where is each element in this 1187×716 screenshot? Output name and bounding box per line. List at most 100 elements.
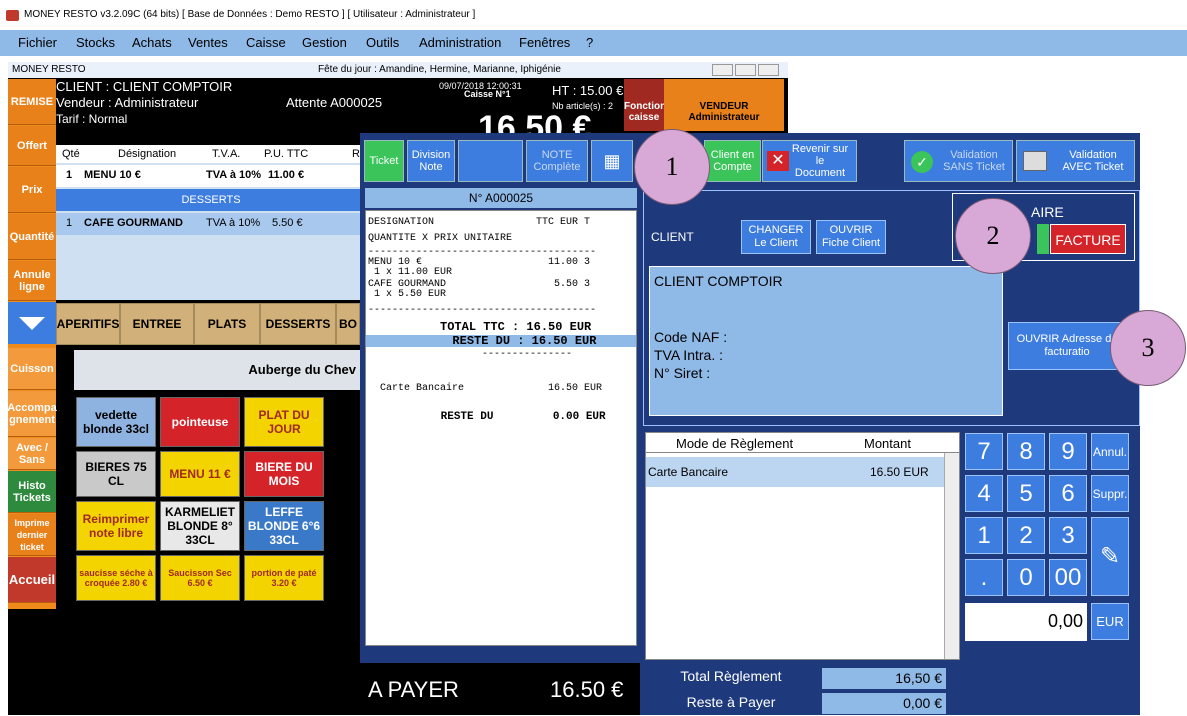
ouvrir-fiche-client-button[interactable]: OUVRIR Fiche Client <box>816 220 886 254</box>
inner-title-bar: MONEY RESTO Fête du jour : Amandine, Her… <box>8 62 788 78</box>
key-1[interactable]: 1 <box>965 517 1003 554</box>
table-row[interactable]: 1 CAFE GOURMAND TVA à 10% 5.50 € <box>56 213 366 235</box>
facture-toggle[interactable]: FACTURE <box>1050 224 1126 254</box>
product-tile[interactable]: PLAT DU JOUR <box>244 397 324 447</box>
row-tva: TVA à 10% <box>206 217 261 229</box>
printer-icon <box>1023 151 1047 171</box>
revenir-document-button[interactable]: ✕ Revenir sur le Document <box>762 140 857 182</box>
product-tile[interactable]: BIERE DU MOIS <box>244 451 324 497</box>
note-complete-button[interactable]: NOTE Complète <box>526 140 588 182</box>
imprime-dernier-ticket-button[interactable]: Imprime dernier ticket <box>8 514 56 556</box>
product-tile[interactable]: Saucisson Sec 6.50 € <box>160 555 240 601</box>
category-aperitifs[interactable]: APERITIFS <box>56 303 120 345</box>
calculator-icon[interactable]: ▦ <box>591 140 633 182</box>
histo-tickets-button[interactable]: Histo Tickets <box>8 471 56 513</box>
key-0[interactable]: 0 <box>1007 559 1045 596</box>
restore-icon[interactable] <box>735 64 756 76</box>
row-pu: 11.00 € <box>268 169 305 181</box>
key-2[interactable]: 2 <box>1007 517 1045 554</box>
menu-help[interactable]: ? <box>586 35 593 50</box>
table-row[interactable]: Carte Bancaire 16.50 EUR <box>646 457 944 487</box>
annul-button[interactable]: Annul. <box>1091 433 1129 470</box>
revenir-label: Revenir sur le Document <box>791 143 849 179</box>
menu-achats[interactable]: Achats <box>132 35 172 50</box>
suppr-button[interactable]: Suppr. <box>1091 475 1129 512</box>
menu-caisse[interactable]: Caisse <box>246 35 286 50</box>
key-9[interactable]: 9 <box>1049 433 1087 470</box>
product-tile[interactable]: KARMELIET BLONDE 8° 33CL <box>160 501 240 551</box>
validation-avec-ticket-button[interactable]: Validation AVEC Ticket <box>1016 140 1135 182</box>
receipt-line: RESTE DU 0.00 EUR <box>368 411 606 423</box>
fonctions-caisse-button[interactable]: Fonctions caisse <box>624 79 672 131</box>
key-3[interactable]: 3 <box>1049 517 1087 554</box>
product-tile[interactable]: saucisse séche à croquée 2.80 € <box>76 555 156 601</box>
menu-outils[interactable]: Outils <box>366 35 399 50</box>
close-icon[interactable] <box>758 64 779 76</box>
client-info-box: CLIENT COMPTOIR Code NAF : TVA Intra. : … <box>649 266 1003 416</box>
category-boissons[interactable]: BO <box>336 303 360 345</box>
category-desserts[interactable]: DESSERTS <box>260 303 336 345</box>
annotation-marker-2: 2 <box>955 198 1031 274</box>
changer-client-button[interactable]: CHANGER Le Client <box>741 220 811 254</box>
product-tile[interactable]: vedette blonde 33cl <box>76 397 156 447</box>
cuisson-button[interactable]: Cuisson <box>8 348 56 390</box>
annule-ligne-button[interactable]: Annule ligne <box>8 261 56 301</box>
menu-gestion[interactable]: Gestion <box>302 35 347 50</box>
menu-administration[interactable]: Administration <box>419 35 501 50</box>
division-note-button[interactable]: Division Note <box>407 140 455 182</box>
key-00[interactable]: 00 <box>1049 559 1087 596</box>
menu-fichier[interactable]: Fichier <box>18 35 57 50</box>
client-name: CLIENT COMPTOIR <box>654 273 783 289</box>
receipt: DESIGNATION TTC EUR T QUANTITE X PRIX UN… <box>365 210 637 646</box>
avec-sans-button[interactable]: Avec / Sans <box>8 438 56 470</box>
key-7[interactable]: 7 <box>965 433 1003 470</box>
table-row[interactable]: 1 MENU 10 € TVA à 10% 11.00 € <box>56 165 366 187</box>
validation-sans-ticket-button[interactable]: ✓ Validation SANS Ticket <box>904 140 1013 182</box>
amount-input[interactable]: 0,00 <box>965 603 1087 641</box>
reste-a-payer-label: Reste à Payer <box>686 694 776 710</box>
accompagnement-button[interactable]: Accompa gnement <box>7 391 57 437</box>
col-mode: Mode de Règlement <box>676 436 794 451</box>
vendeur-button[interactable]: VENDEUR Administrateur <box>664 79 784 131</box>
key-dot[interactable]: . <box>965 559 1003 596</box>
row-designation: CAFE GOURMAND <box>84 217 183 229</box>
scroll-down-button[interactable] <box>8 302 56 344</box>
ouvrir-adresse-facturation-button[interactable]: OUVRIR Adresse de facturatio <box>1008 322 1126 370</box>
menu-ventes[interactable]: Ventes <box>188 35 228 50</box>
offert-button[interactable]: Offert <box>8 126 56 166</box>
pencil-icon[interactable]: ✎ <box>1091 517 1129 596</box>
receipt-line: Carte Bancaire 16.50 EUR <box>368 383 603 394</box>
key-4[interactable]: 4 <box>965 475 1003 512</box>
accueil-button[interactable]: Accueil <box>8 557 56 603</box>
product-tile[interactable]: MENU 11 € <box>160 451 240 497</box>
total-reglement-value: 16,50 € <box>822 668 946 689</box>
quantite-button[interactable]: Quantité <box>8 214 56 260</box>
category-entree[interactable]: ENTREE <box>120 303 194 345</box>
menu-stocks[interactable]: Stocks <box>76 35 115 50</box>
minimize-icon[interactable] <box>712 64 733 76</box>
category-plats[interactable]: PLATS <box>194 303 260 345</box>
key-6[interactable]: 6 <box>1049 475 1087 512</box>
product-tile[interactable]: BIERES 75 CL <box>76 451 156 497</box>
scrollbar[interactable] <box>944 453 959 659</box>
key-5[interactable]: 5 <box>1007 475 1045 512</box>
client-en-compte-button[interactable]: Client en Compte <box>704 140 761 182</box>
product-tile[interactable]: Reimprimer note libre <box>76 501 156 551</box>
row-designation: MENU 10 € <box>84 169 141 181</box>
code-naf: Code NAF : <box>654 329 728 345</box>
vendeur-button-line1: VENDEUR <box>699 101 749 112</box>
receipt-line: QUANTITE X PRIX UNITAIRE <box>368 233 513 244</box>
row-montant: 16.50 EUR <box>870 465 929 479</box>
caisse-label: Caisse N°1 <box>464 89 511 99</box>
currency-button[interactable]: EUR <box>1091 603 1129 640</box>
menu-fenetres[interactable]: Fenêtres <box>519 35 570 50</box>
blank-button[interactable] <box>458 140 523 182</box>
remise-button[interactable]: REMISE <box>8 79 56 125</box>
product-tile[interactable]: LEFFE BLONDE 6°6 33CL <box>244 501 324 551</box>
devis-toggle[interactable] <box>1037 224 1049 254</box>
product-tile[interactable]: pointeuse <box>160 397 240 447</box>
prix-button[interactable]: Prix <box>8 167 56 213</box>
product-tile[interactable]: portion de paté 3.20 € <box>244 555 324 601</box>
key-8[interactable]: 8 <box>1007 433 1045 470</box>
ticket-button[interactable]: Ticket <box>364 140 404 182</box>
